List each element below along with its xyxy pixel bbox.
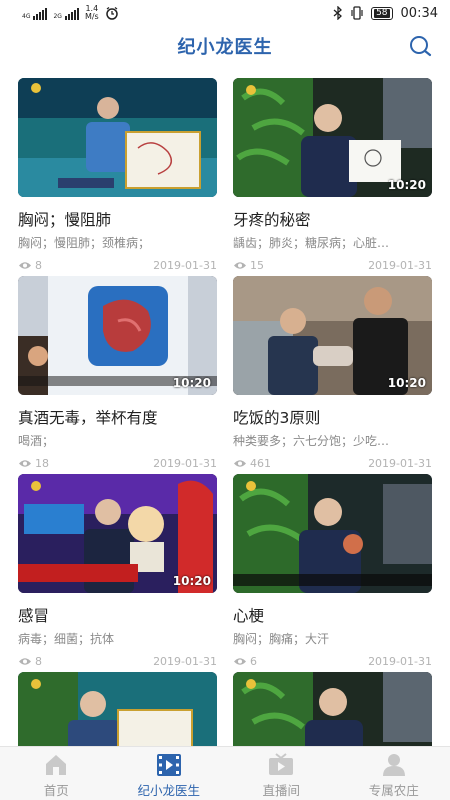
video-title[interactable]: 胸闷；慢阻肺 [18,208,217,230]
signal-icon-2: 2G [53,6,79,20]
video-card[interactable] [18,672,217,746]
video-card[interactable]: 胸闷；慢阻肺 胸闷；慢阻肺；颈椎病； 8 2019-01-31 [18,78,217,272]
view-count: 18 [18,457,49,470]
video-thumbnail[interactable]: 10:20 [18,276,217,395]
video-tags: 喝酒； [18,434,55,448]
vibrate-icon [351,6,363,20]
search-icon[interactable] [408,34,432,58]
video-card[interactable]: 10:20 感冒 病毒；细菌；抗体 8 2019-01-31 [18,474,217,668]
video-thumbnail[interactable] [18,78,217,197]
home-icon [46,755,67,775]
video-date: 2019-01-31 [368,655,432,668]
video-card[interactable]: 10:20 牙疼的秘密 龋齿；肺炎；糖尿病；心脏… 15 2019-01-31 [233,78,432,272]
nav-item-doctor[interactable]: 纪小龙医生 [113,747,226,800]
video-duration: 10:20 [387,376,426,390]
video-date: 2019-01-31 [153,457,217,470]
video-thumbnail[interactable] [18,672,217,746]
video-duration: 10:20 [387,178,426,192]
video-card[interactable]: 心梗 胸闷；胸痛；大汗 6 2019-01-31 [233,474,432,668]
network-type-label: 4G [22,13,31,20]
video-thumbnail[interactable]: 10:20 [233,276,432,395]
nav-item-home[interactable]: 首页 [0,747,113,800]
signal-icon: 4G [22,6,48,20]
eye-icon [19,460,31,467]
video-title[interactable]: 牙疼的秘密 [233,208,432,230]
nav-label-doctor: 纪小龙医生 [137,783,200,798]
video-feed[interactable]: 胸闷；慢阻肺 胸闷；慢阻肺；颈椎病； 8 2019-01-31 10:20 牙疼… [18,78,432,746]
eye-icon [234,658,246,665]
network-type-label-2: 2G [53,13,62,20]
video-tags: 病毒；细菌；抗体 [18,632,115,646]
video-title[interactable]: 真酒无毒，举杯有度 [18,406,217,428]
user-icon [382,754,405,776]
video-tags: 胸闷；慢阻肺；颈椎病； [18,236,151,250]
video-tags: 胸闷；胸痛；大汗 [233,632,330,646]
video-title[interactable]: 感冒 [18,604,217,626]
view-count: 8 [18,655,42,668]
video-date: 2019-01-31 [368,457,432,470]
tv-icon [269,753,294,775]
status-bar: 4G 2G 1.4 M/s 58 00:34 [0,0,450,26]
video-date: 2019-01-31 [153,655,217,668]
video-thumbnail-image [18,78,217,197]
nav-label-farm: 专属农庄 [368,783,419,798]
nav-item-farm[interactable]: 专属农庄 [338,747,450,800]
video-duration: 10:20 [172,376,211,390]
video-icon [156,754,181,776]
bottom-nav: 首页 纪小龙医生 直播间 专属农庄 [0,746,450,800]
view-count: 461 [233,457,271,470]
nav-label-live: 直播间 [262,783,300,798]
app-header: 纪小龙医生 [0,26,450,66]
video-card[interactable]: 10:20 真酒无毒，举杯有度 喝酒； 18 2019-01-31 [18,276,217,470]
video-date: 2019-01-31 [368,259,432,272]
video-card[interactable]: 10:20 吃饭的3原则 种类要多；六七分饱；少吃… 461 2019-01-3… [233,276,432,470]
bluetooth-icon [333,6,343,20]
nav-label-home: 首页 [43,783,69,798]
view-count: 15 [233,259,264,272]
nav-item-live[interactable]: 直播间 [225,747,338,800]
video-duration: 10:20 [172,574,211,588]
eye-icon [234,460,246,467]
video-card[interactable] [233,672,432,746]
video-thumbnail[interactable] [233,474,432,593]
eye-icon [19,262,31,269]
video-thumbnail-image [233,672,432,746]
video-tags: 种类要多；六七分饱；少吃… [233,434,390,448]
video-thumbnail[interactable] [233,672,432,746]
view-count: 6 [233,655,257,668]
video-title[interactable]: 心梗 [233,604,432,626]
video-thumbnail[interactable]: 10:20 [18,474,217,593]
video-date: 2019-01-31 [153,259,217,272]
clock: 00:34 [400,5,438,21]
view-count: 8 [18,259,42,272]
video-title[interactable]: 吃饭的3原则 [233,406,432,428]
eye-icon [19,658,31,665]
network-speed: 1.4 M/s [84,4,99,21]
video-tags: 龋齿；肺炎；糖尿病；心脏… [233,236,390,250]
video-thumbnail-image [18,672,217,746]
eye-icon [234,262,246,269]
alarm-icon [105,6,118,20]
battery-icon: 58 [371,6,393,20]
video-thumbnail-image [233,474,432,593]
video-thumbnail[interactable]: 10:20 [233,78,432,197]
page-title: 纪小龙医生 [177,37,273,58]
